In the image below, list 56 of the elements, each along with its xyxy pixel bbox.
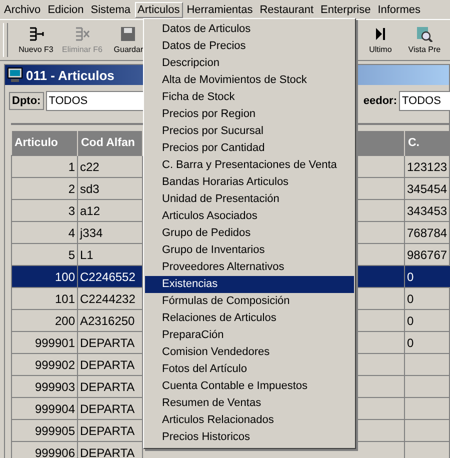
table-cell: c22 bbox=[78, 156, 142, 178]
menu-item[interactable]: Sistema bbox=[88, 2, 134, 18]
table-cell: 999905 bbox=[12, 420, 78, 442]
menu-item[interactable]: Descripcion bbox=[145, 55, 354, 72]
table-cell: 999902 bbox=[12, 354, 78, 376]
magnifier-icon bbox=[415, 26, 434, 42]
menu-item[interactable]: Edicion bbox=[44, 2, 87, 18]
menu-item[interactable]: Herramientas bbox=[184, 2, 256, 18]
column-header[interactable]: Cod Alfan bbox=[78, 131, 142, 156]
menu-item[interactable]: Restaurant bbox=[256, 2, 317, 18]
table-cell: 4 bbox=[12, 222, 78, 244]
column-header[interactable]: Articulo bbox=[12, 131, 78, 156]
menu-item[interactable]: Articulos Asociados bbox=[145, 208, 354, 225]
table-cell: 100 bbox=[12, 266, 78, 288]
table-cell: 999903 bbox=[12, 376, 78, 398]
table-cell: 999904 bbox=[12, 398, 78, 420]
table-cell: 123123 bbox=[404, 156, 450, 178]
filter-field[interactable]: TODOS bbox=[399, 91, 450, 111]
computer-icon bbox=[7, 67, 23, 83]
menu-item[interactable]: Informes bbox=[374, 2, 424, 18]
list-add-icon bbox=[27, 26, 45, 42]
menu-item[interactable]: Articulos Relacionados bbox=[145, 412, 354, 429]
table-cell: C2246552 bbox=[78, 266, 142, 288]
menu-item[interactable]: Datos de Articulos bbox=[145, 21, 354, 38]
table-cell: 200 bbox=[12, 310, 78, 332]
table-cell: 999906 bbox=[12, 442, 78, 458]
menu-item[interactable]: Enterprise bbox=[318, 2, 374, 18]
filter-label: Dpto: bbox=[9, 92, 44, 110]
table-cell: 0 bbox=[404, 266, 450, 288]
menu-item[interactable]: Datos de Precios bbox=[145, 38, 354, 55]
menu-item[interactable]: PreparaCión bbox=[145, 327, 354, 344]
menu-item[interactable]: Bandas Horarias Articulos bbox=[145, 174, 354, 191]
toolbar-button[interactable]: Ultimo bbox=[358, 24, 402, 56]
menu-item[interactable]: Alta de Movimientos de Stock bbox=[145, 72, 354, 89]
column-header[interactable]: C. bbox=[404, 131, 450, 156]
menu-item[interactable]: Precios Historicos bbox=[145, 429, 354, 446]
list-delete-icon bbox=[73, 26, 92, 42]
window-title: 011 - Articulos bbox=[26, 68, 114, 82]
table-cell: 1 bbox=[12, 156, 78, 178]
menu-item[interactable]: Resumen de Ventas bbox=[145, 395, 354, 412]
skip-end-icon bbox=[373, 26, 388, 42]
table-cell: 101 bbox=[12, 288, 78, 310]
menu-item[interactable]: Archivo bbox=[1, 2, 44, 18]
menu-item[interactable]: Unidad de Presentación bbox=[145, 191, 354, 208]
menu-item[interactable]: Fotos del Artículo bbox=[145, 361, 354, 378]
table-cell: 3 bbox=[12, 200, 78, 222]
menu-item[interactable]: Existencias bbox=[145, 276, 354, 293]
menu-item[interactable]: Proveedores Alternativos bbox=[145, 259, 354, 276]
table-cell: 2 bbox=[12, 178, 78, 200]
toolbar-button[interactable]: Nuevo F3 bbox=[14, 24, 58, 56]
menu-item[interactable]: Precios por Cantidad bbox=[145, 140, 354, 157]
menu-item[interactable]: Articulos bbox=[134, 2, 183, 18]
menu-item[interactable]: Comision Vendedores bbox=[145, 344, 354, 361]
table-cell: 999901 bbox=[12, 332, 78, 354]
toolbar-button[interactable]: Vista Pre bbox=[402, 24, 446, 56]
menu-item[interactable]: Precios por Sucursal bbox=[145, 123, 354, 140]
